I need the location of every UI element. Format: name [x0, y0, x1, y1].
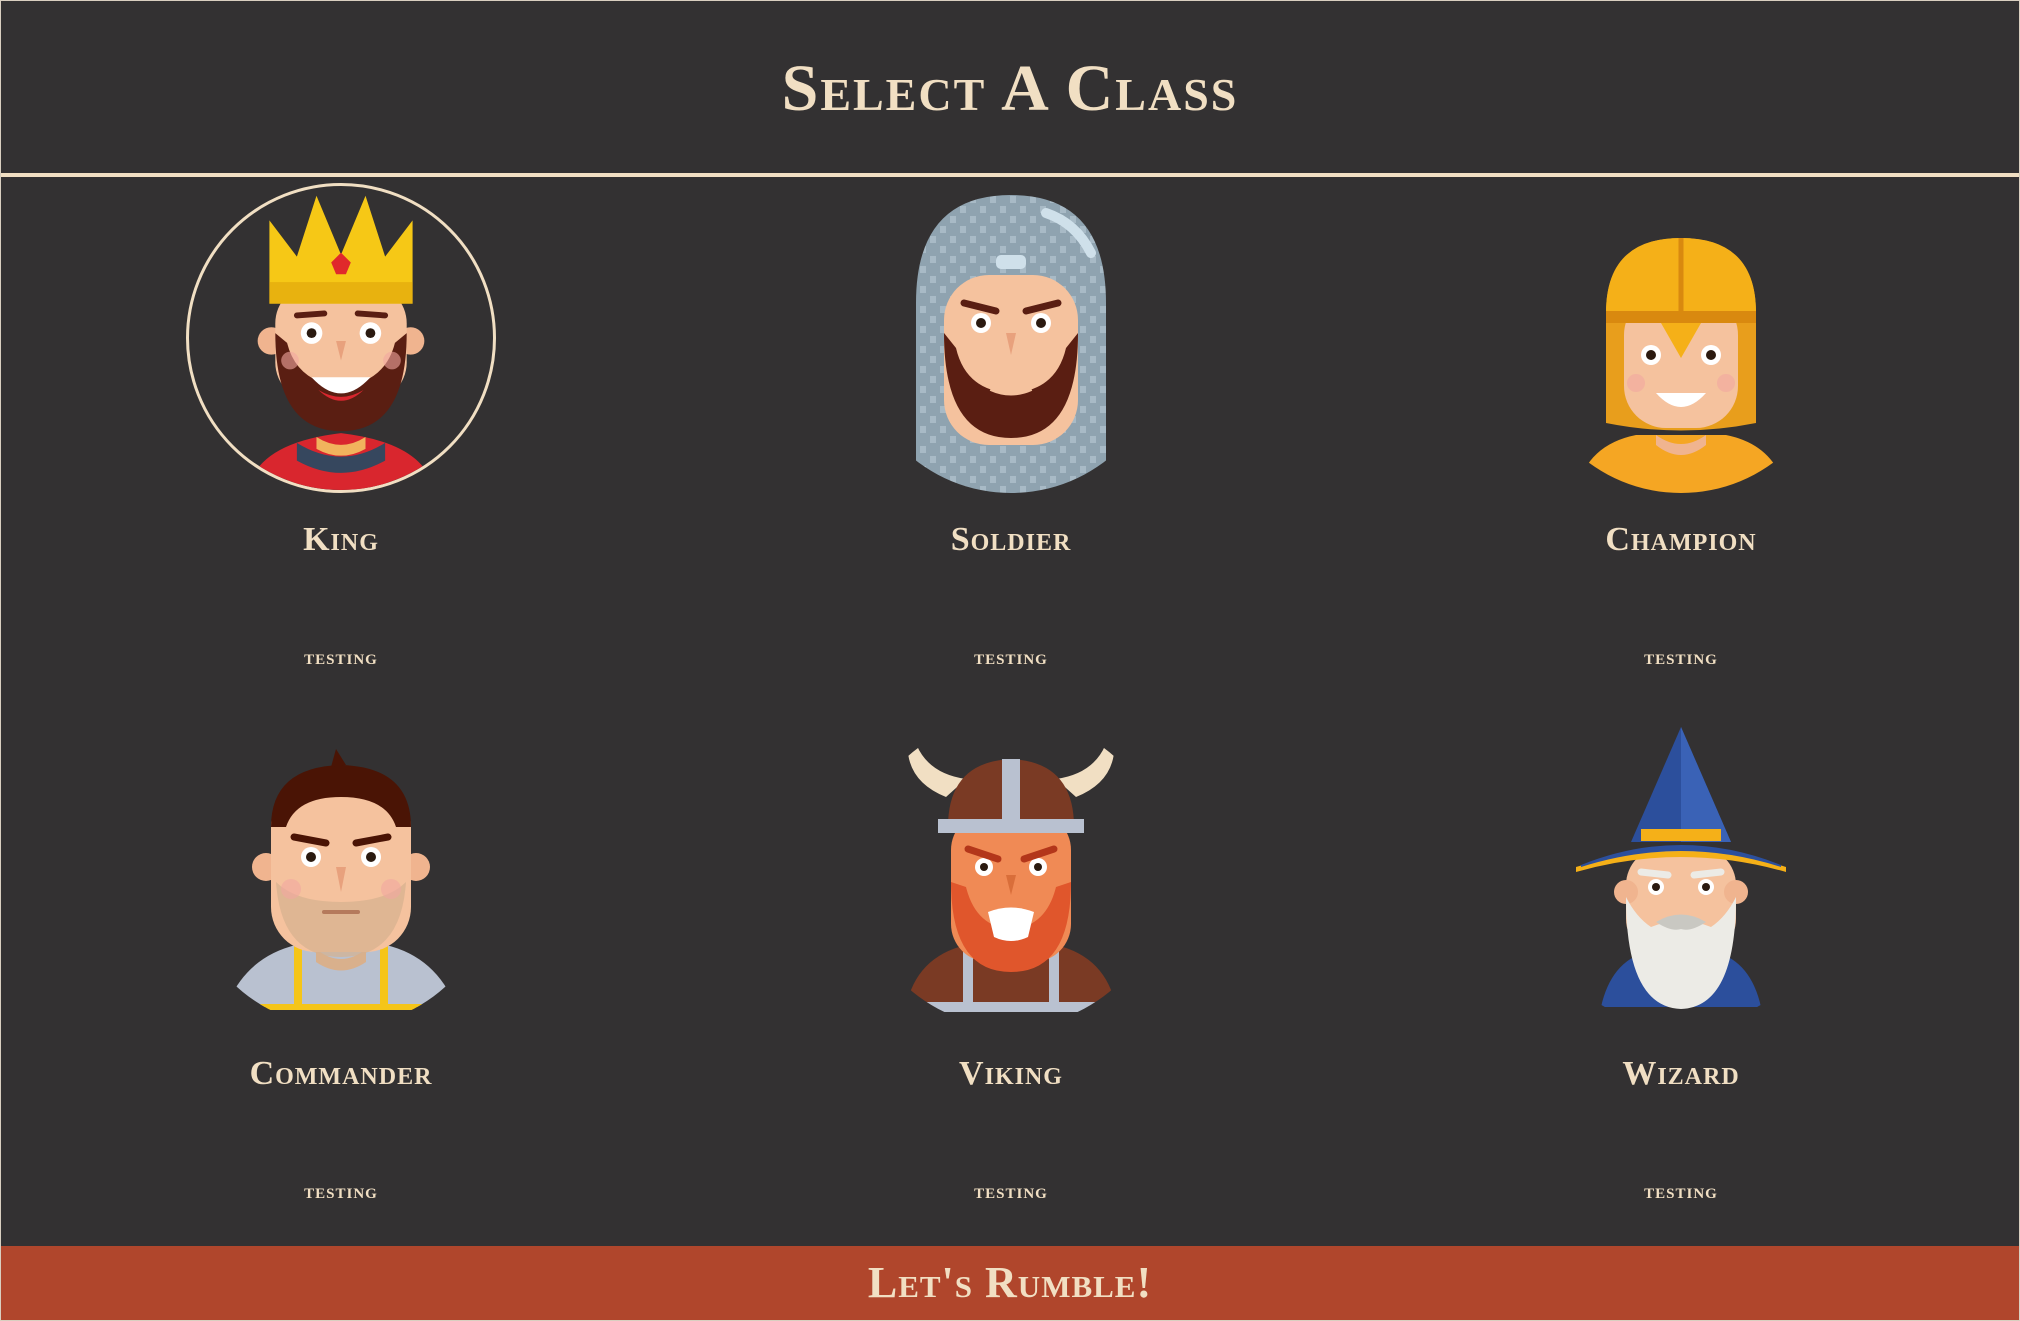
viking-portrait-icon: [856, 717, 1166, 1027]
class-description: testing: [974, 645, 1048, 669]
class-name: King: [303, 521, 379, 558]
class-grid: King testing Soldier testing Champion te…: [1, 177, 2019, 1245]
page-title: Select A Class: [781, 52, 1239, 125]
class-select-screen: Select A Class King testing Soldier test…: [0, 0, 2020, 1321]
class-description: testing: [304, 1179, 378, 1203]
class-description: testing: [1644, 645, 1718, 669]
class-name: Viking: [959, 1055, 1063, 1092]
class-name: Commander: [249, 1055, 433, 1092]
lets-rumble-button[interactable]: Let's Rumble!: [1, 1246, 2019, 1320]
wizard-portrait-icon: [1526, 717, 1836, 1027]
class-name: Champion: [1605, 521, 1757, 558]
class-description: testing: [974, 1179, 1048, 1203]
class-name: Wizard: [1622, 1055, 1740, 1092]
king-portrait-icon: [186, 183, 496, 493]
class-name: Soldier: [950, 521, 1072, 558]
commander-portrait-icon: [186, 717, 496, 1027]
header: Select A Class: [1, 1, 2019, 177]
champion-portrait-icon: [1526, 183, 1836, 493]
class-description: testing: [304, 645, 378, 669]
class-description: testing: [1644, 1179, 1718, 1203]
soldier-portrait-icon: [856, 183, 1166, 493]
